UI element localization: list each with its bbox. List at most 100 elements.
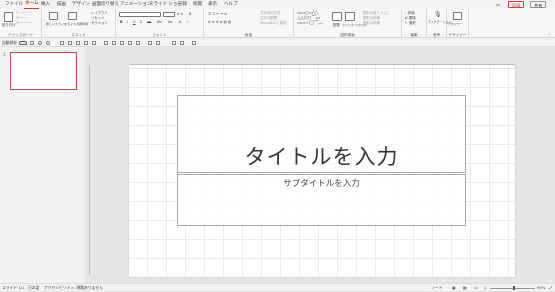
arrange-icon[interactable] [332, 12, 342, 21]
autosave-toggle[interactable] [19, 40, 27, 45]
paste-label: 貼り付け [2, 23, 16, 27]
highlight-icon[interactable]: ✎ [186, 20, 189, 24]
section-button[interactable]: セクション [91, 21, 108, 25]
arrange-qa-icon[interactable] [180, 40, 184, 45]
tab-draw[interactable]: 描画 [56, 0, 67, 9]
designer-group: デザイナー デザイナー [447, 9, 469, 38]
microphone-icon[interactable]: 🎙 [434, 11, 442, 18]
slides-group: 新しいスライド スライドの再利用 レイアウト リセット セクション スライド [42, 9, 116, 38]
smartart-button[interactable]: SmartArt に変換 [260, 21, 287, 25]
zoom-slider-knob[interactable] [513, 286, 515, 290]
reuse-slide-label: スライドの再利用 [64, 22, 89, 26]
redo-icon[interactable] [46, 40, 50, 45]
shape-fill-button[interactable]: 図形の塗りつぶし [363, 11, 390, 15]
tab-help[interactable]: ヘルプ [223, 0, 239, 9]
slide-thumbnail-number: 1 [3, 52, 6, 57]
find-label: 検索 [407, 11, 415, 15]
find-button[interactable]: ⌕ 検索 [405, 11, 415, 15]
tab-insert[interactable]: 挿入 [40, 0, 51, 9]
status-bar: スライド 1/1 日本語 アクセシビリティ: 問題ありません ノート ▣ ▦ ▭… [0, 283, 555, 291]
shape-outline-button[interactable]: 図形の枠線 [363, 16, 380, 20]
save-icon[interactable] [30, 40, 34, 45]
autosave-label: 自動保存 [2, 40, 18, 45]
title-placeholder-text: タイトルを入力 [244, 145, 399, 169]
smartart-qa-icon[interactable] [120, 40, 124, 45]
font-name-dropdown[interactable] [119, 12, 161, 17]
editing-group: ⌕ 検索 ⇄ 置換 ↖ 選択 編集 [402, 9, 427, 38]
ribbon: 貼り付け ✂ ─── ❐ ─── ✎ ────── クリップボード 新しいスライ… [0, 9, 555, 38]
designer-icon[interactable] [453, 12, 462, 20]
customize-qa-icon[interactable] [192, 40, 196, 45]
bold-icon[interactable]: B [120, 20, 123, 24]
shadow-icon[interactable]: S [140, 20, 142, 24]
tab-design[interactable]: デザイン [71, 0, 91, 9]
text-direction-button[interactable]: 文字列の方向 [260, 11, 280, 15]
font-color-icon[interactable]: A [179, 20, 181, 24]
tab-file[interactable]: ファイル [4, 0, 24, 9]
audio-qa-icon[interactable] [136, 40, 140, 45]
paste-icon[interactable] [4, 12, 13, 22]
voice-group: 🎙 ディクテーション 音声 [427, 9, 452, 38]
vertical-ruler [86, 65, 90, 275]
picture-qa-icon[interactable] [84, 40, 88, 45]
reset-button[interactable]: リセット [91, 16, 105, 20]
title-placeholder[interactable]: タイトルを入力 [177, 95, 466, 173]
align-text-button[interactable]: 文字の配置 [260, 16, 277, 20]
record-button[interactable]: 記録 [508, 1, 525, 8]
share-button[interactable]: 共有 [530, 1, 547, 8]
tab-transitions[interactable]: 画面切り替え [91, 0, 120, 9]
strikethrough-icon[interactable]: ab [147, 20, 151, 24]
new-slide-qa-icon[interactable] [68, 40, 72, 45]
case-icon[interactable]: Aa [168, 20, 172, 24]
format-painter-icon[interactable]: ✎ ────── [16, 21, 32, 25]
select-button[interactable]: ↖ 選択 [405, 21, 416, 25]
shapes-gallery-icon[interactable]: ▭▭○▭╲╲ △△⬠○⌒▭ ▭▭☆◯⌒︷ [297, 11, 323, 26]
layout-button[interactable]: レイアウト [91, 11, 108, 15]
menu-bar: ファイル ホーム 挿入 描画 デザイン 画面切り替え アニメーション スライド … [0, 0, 555, 9]
italic-icon[interactable]: I [127, 20, 128, 24]
tab-home[interactable]: ホーム [24, 0, 40, 9]
tab-view[interactable]: 表示 [207, 0, 218, 9]
video-qa-icon[interactable] [128, 40, 132, 45]
subtitle-placeholder-text: サブタイトルを入力 [283, 179, 360, 189]
drawing-group: ▭▭○▭╲╲ △△⬠○⌒▭ ▭▭☆◯⌒︷ 配置 クイック スタイル 図形の塗りつぶし… [294, 9, 402, 38]
present-icon[interactable] [60, 40, 64, 45]
arrange-label: 配置 [333, 23, 340, 27]
clear-format-icon[interactable]: A̸ [189, 12, 191, 16]
quick-styles-icon[interactable] [345, 12, 355, 21]
subtitle-placeholder[interactable]: サブタイトルを入力 [177, 174, 466, 226]
quick-access-toolbar: 自動保存 [0, 38, 555, 47]
chart-qa-icon[interactable] [112, 40, 116, 45]
collapse-ribbon-icon[interactable]: ⌃ [548, 33, 551, 37]
table-qa-icon[interactable] [104, 40, 108, 45]
textbox-qa-icon[interactable] [92, 40, 96, 45]
reuse-slide-icon[interactable] [68, 12, 77, 20]
copy-icon[interactable]: ❐ ─── [16, 16, 26, 20]
slide-thumbnail[interactable] [10, 52, 77, 90]
bullets-icon[interactable]: ☰ ☷ ⇤ ⇥ ≡ [208, 12, 227, 16]
replace-label: 置換 [408, 16, 416, 20]
slide-canvas[interactable]: タイトルを入力 サブタイトルを入力 [129, 65, 515, 277]
font-size-dropdown[interactable] [163, 12, 175, 17]
align-qa-icon[interactable] [148, 40, 152, 45]
tab-record[interactable]: 記録 [177, 0, 188, 9]
replace-button[interactable]: ⇄ 置換 [405, 16, 416, 20]
select-label: 選択 [408, 21, 416, 25]
shape-effects-button[interactable]: 図形の効果 [363, 21, 380, 25]
new-slide-icon[interactable] [49, 12, 58, 20]
comment-icon[interactable]: ▭ [496, 1, 500, 8]
crop-qa-icon[interactable] [172, 40, 176, 45]
designer-label: デザイナー [448, 22, 463, 26]
cut-icon[interactable]: ✂ ─── [16, 11, 26, 15]
paragraph-group: ☰ ☷ ⇤ ⇥ ≡ ≡ ≡ ≡ ≡ ▤ ▥ 文字列の方向 文字の配置 Smart… [204, 9, 294, 38]
font-grow-icon[interactable]: A A [177, 12, 183, 16]
align-icons[interactable]: ≡ ≡ ≡ ≡ ▤ ▥ [208, 20, 231, 24]
font-group: A A A̸ B I U S ab AV Aa A ✎ フォント [116, 9, 204, 38]
group-qa-icon[interactable] [156, 40, 160, 45]
underline-icon[interactable]: U [133, 20, 135, 24]
clipboard-group: 貼り付け ✂ ─── ❐ ─── ✎ ────── クリップボード [0, 9, 42, 38]
tab-review[interactable]: 校閲 [192, 0, 203, 9]
spacing-icon[interactable]: AV [157, 20, 161, 24]
undo-icon[interactable] [38, 40, 42, 45]
shapes-qa-icon[interactable] [76, 40, 80, 45]
